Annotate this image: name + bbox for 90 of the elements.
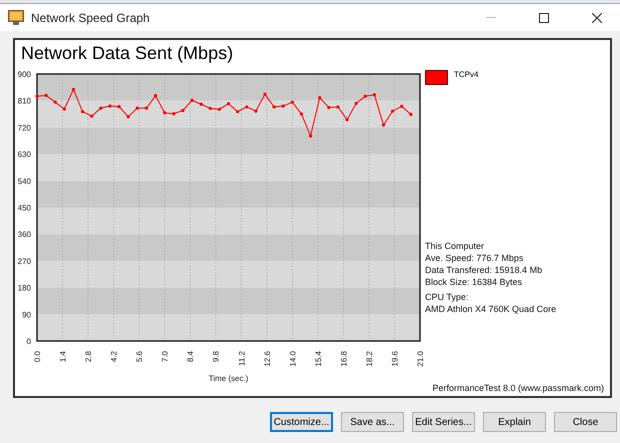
data-point [208,106,212,110]
legend-label: TCPv4 [454,70,478,79]
info-text: AMD Athlon X4 760K Quad Core [425,304,558,315]
y-tick-label: 0 [26,337,31,346]
y-tick-label: 810 [18,96,31,106]
x-tick-label: 15.4 [314,351,323,367]
data-point [99,106,102,110]
x-tick-label: 9.8 [212,351,221,362]
y-tick-label: 360 [18,230,31,240]
y-tick-label: 90 [22,310,31,320]
y-tick-label: 900 [18,70,31,79]
data-point [136,106,139,110]
info-text: Ave. Speed: 776.7 Mbps [425,253,524,264]
x-tick-label: 21.0 [416,351,425,367]
dialog-button[interactable]: Customize... [270,412,333,432]
info-text: Data Transfered: 15918.4 Mb [425,265,544,276]
data-point [327,106,330,110]
data-point [154,94,158,98]
x-axis-title: Time (sec.) [208,374,248,383]
data-point [282,104,285,108]
data-point [181,108,184,112]
y-tick-label: 540 [18,176,31,186]
data-point [126,115,130,118]
x-tick-label: 18.2 [364,351,374,367]
data-point [226,102,230,106]
chart-title: Network Data Sent (Mbps) [20,42,234,65]
legend-swatch [425,70,448,85]
x-tick-label: 5.6 [135,351,144,362]
x-tick-label: 19.6 [390,351,400,367]
info-text: Block Size: 16384 Bytes [425,277,524,288]
data-point [372,93,376,96]
data-point [409,112,412,116]
data-point [190,98,194,102]
data-point [236,110,240,114]
y-tick-label: 630 [18,150,31,160]
data-point [54,100,57,104]
data-point [391,109,394,113]
monitor-icon [8,10,24,25]
data-point [272,105,276,109]
data-point [72,88,76,92]
dialog-button[interactable]: Save as... [341,412,404,432]
data-point [200,102,203,106]
data-point [354,102,358,105]
window-title: Network Speed Graph [31,10,151,24]
data-point [163,111,166,114]
y-tick-label: 720 [18,123,31,132]
info-text: This Computer [425,241,486,252]
data-point [382,123,386,127]
data-point [108,104,112,108]
y-tick-label: 270 [18,256,31,266]
data-point [364,94,367,98]
credit-text: PerformanceTest 8.0 (www.passmark.com) [432,383,604,393]
data-point [81,110,84,114]
data-point [345,118,349,122]
data-point [254,109,258,113]
x-tick-label: 0.0 [33,351,42,362]
data-point [172,112,176,116]
data-point [35,94,39,98]
minimize-icon [486,16,496,18]
data-point [263,92,267,96]
x-tick-label: 8.4 [186,351,196,362]
x-tick-label: 12.6 [262,351,272,367]
data-point [218,108,221,111]
data-point [44,94,48,97]
dialog-button[interactable]: Close [554,412,617,432]
data-point [318,96,322,100]
dialog-button[interactable]: Edit Series... [412,412,475,432]
x-tick-label: 14.0 [288,351,298,367]
y-tick-label: 450 [18,204,31,212]
data-point [290,100,294,104]
data-point [245,105,248,109]
data-point [400,104,404,108]
x-tick-label: 16.8 [339,351,348,367]
data-point [62,107,66,111]
data-point [300,112,304,116]
x-tick-label: 1.4 [58,351,68,362]
dialog-button[interactable]: Explain [483,412,546,432]
data-point [144,106,148,110]
y-tick-label: 180 [18,284,31,293]
close-icon [592,12,602,22]
info-text: CPU Type: [425,292,470,303]
x-tick-label: 2.8 [84,351,94,362]
data-point [308,134,312,138]
x-tick-label: 11.2 [237,351,246,366]
data-point [90,114,94,118]
x-tick-label: 7.0 [160,351,170,362]
data-point [117,105,121,108]
data-point [336,105,340,109]
maximize-icon [539,12,549,22]
x-tick-label: 4.2 [110,351,119,362]
